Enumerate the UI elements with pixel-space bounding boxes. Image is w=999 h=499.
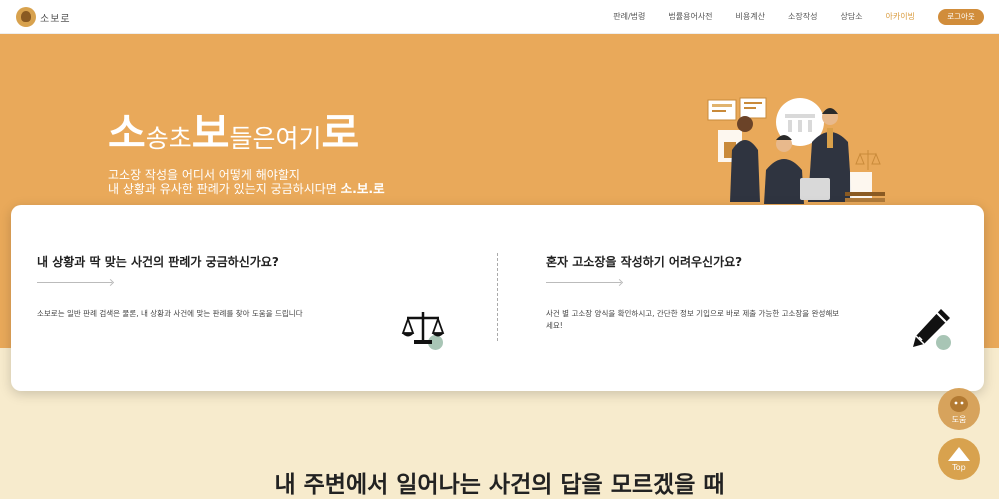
hero-title-part: 로 [321, 109, 360, 157]
hero-desc-accent: 소.보.로 [340, 181, 385, 196]
scroll-top-button[interactable]: Top [938, 438, 980, 480]
hero-desc-line: 고소장 작성을 어디서 어떻게 해야할지 [108, 168, 300, 182]
feature-cards: 내 상황과 딱 맞는 사건의 판례가 궁금하신가요? 소보로는 일반 판례 검색… [11, 205, 984, 391]
nav-item-cost[interactable]: 비용계산 [736, 11, 765, 22]
top-label: Top [952, 462, 966, 472]
nav-item-counsel[interactable]: 상담소 [840, 11, 862, 22]
arrow-up-icon [948, 446, 970, 461]
card-underline [37, 282, 112, 283]
hero-title: 소송초보들은여기로 [108, 99, 359, 159]
card-description: 소보로는 일반 판례 검색은 물론, 내 상황과 사건에 맞는 판례를 찾아 도… [37, 309, 303, 318]
hero-description: 고소장 작성을 어디서 어떻게 해야할지 내 상황과 유사한 판례가 있는지 궁… [108, 168, 385, 196]
hero-desc-line: 내 상황과 유사한 판례가 있는지 궁금하시다면 [108, 182, 337, 196]
hero-title-part: 소 [108, 109, 146, 157]
nav-item-precedent[interactable]: 판례/법령 [613, 11, 645, 22]
card-title: 혼자 고소장을 작성하기 어려우신가요? [546, 255, 743, 269]
logo-text: 소보로 [40, 13, 71, 25]
logo-icon [16, 7, 36, 27]
mascot-icon [950, 395, 968, 412]
card-divider [497, 253, 498, 341]
card-underline [546, 282, 621, 283]
pencil-icon[interactable] [908, 305, 954, 351]
hero-title-part: 들은여기 [229, 124, 322, 153]
lawyers-illustration [707, 97, 885, 204]
header: 소보로 판례/법령 법률용어사전 비용계산 소장작성 상담소 아카이빙 로그아웃 [0, 0, 999, 34]
nav-item-archive[interactable]: 아카이빙 [886, 11, 915, 22]
section-title: 내 주변에서 일어나는 사건의 답을 모르겠을 때 [274, 472, 725, 498]
card-title: 내 상황과 딱 맞는 사건의 판례가 궁금하신가요? [37, 255, 279, 269]
scale-icon[interactable] [401, 309, 445, 349]
main-nav: 판례/법령 법률용어사전 비용계산 소장작성 상담소 아카이빙 로그아웃 [613, 0, 999, 33]
help-button[interactable]: 도움 [938, 388, 980, 430]
hero-title-part: 보 [191, 109, 230, 157]
hero-title-part: 송초 [145, 124, 192, 153]
help-label: 도움 [951, 414, 967, 424]
logout-button[interactable]: 로그아웃 [938, 8, 984, 25]
nav-item-complaint[interactable]: 소장작성 [788, 11, 817, 22]
nav-item-dictionary[interactable]: 법률용어사전 [668, 11, 712, 22]
card-description: 사건 별 고소장 양식을 확인하시고, 간단한 정보 기입으로 바로 제출 가능… [546, 309, 840, 330]
logo[interactable]: 소보로 [16, 7, 71, 27]
